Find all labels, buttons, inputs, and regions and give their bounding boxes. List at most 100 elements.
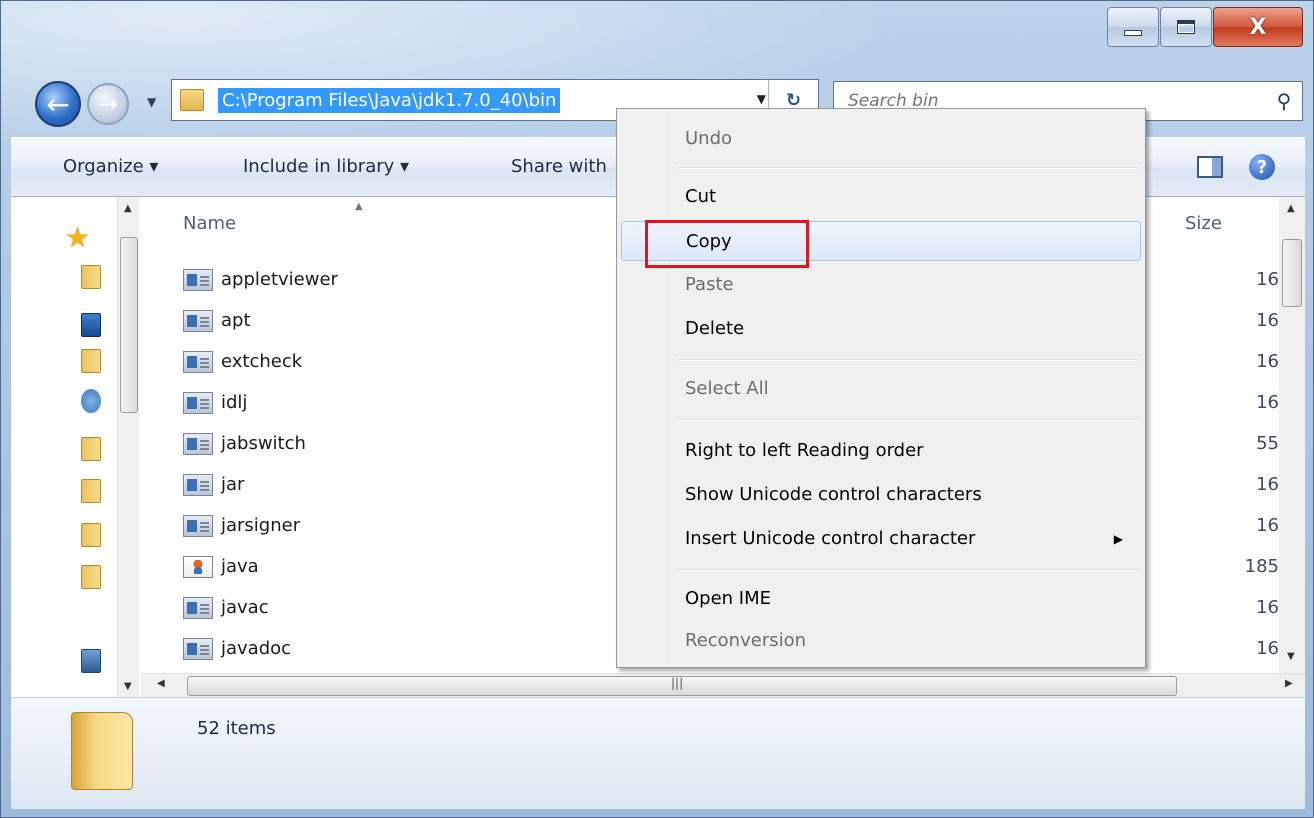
scroll-left-icon[interactable]: ◀ (157, 678, 165, 689)
nav-scroll-thumb[interactable] (120, 237, 138, 413)
size-column-header[interactable]: Size (1185, 213, 1222, 234)
recent-pages-dropdown[interactable]: ▼ (147, 95, 156, 109)
menu-separator (677, 569, 1139, 571)
menu-separator (677, 359, 1139, 361)
menu-item-label: Right to left Reading order (685, 440, 924, 461)
file-size: 16 (1256, 515, 1279, 536)
application-icon (183, 638, 213, 660)
file-size: 16 (1256, 392, 1279, 413)
search-icon[interactable]: ⚲ (1266, 89, 1302, 113)
application-icon (183, 597, 213, 619)
file-name: appletviewer (221, 269, 338, 290)
menu-item-label: Insert Unicode control character (685, 528, 976, 549)
details-pane: 52 items (11, 697, 1305, 809)
folder-icon[interactable] (81, 523, 101, 547)
desktop-icon[interactable] (81, 313, 101, 337)
file-size: 55 (1256, 433, 1279, 454)
file-name: javadoc (221, 638, 292, 659)
menu-item-select-all[interactable]: Select All (621, 369, 1141, 409)
folder-icon (71, 712, 133, 790)
application-icon (183, 351, 213, 373)
menu-item-show-unicode[interactable]: Show Unicode control characters (621, 475, 1141, 515)
menu-item-undo[interactable]: Undo (621, 119, 1141, 159)
folder-icon[interactable] (81, 349, 101, 373)
folder-icon[interactable] (81, 265, 101, 289)
file-size: 185 (1244, 556, 1279, 577)
arrow-right-icon: → (97, 90, 119, 118)
scroll-right-icon[interactable]: ▶ (1285, 678, 1293, 689)
organize-menu[interactable]: Organize ▾ (63, 156, 158, 177)
close-button[interactable]: X (1213, 7, 1303, 47)
file-size: 16 (1256, 597, 1279, 618)
address-path-text[interactable]: C:\Program Files\Java\jdk1.7.0_40\bin (218, 87, 561, 113)
maximize-icon (1177, 20, 1195, 34)
favorites-star-icon[interactable]: ★ (65, 221, 90, 254)
java-icon (183, 556, 213, 578)
file-size: 16 (1256, 269, 1279, 290)
arrow-left-icon: ← (46, 87, 70, 121)
menu-item-label: Undo (685, 128, 733, 149)
help-icon[interactable]: ? (1249, 154, 1275, 180)
menu-item-label: Select All (685, 378, 769, 399)
scroll-up-icon[interactable]: ▲ (124, 203, 132, 214)
preview-pane-icon[interactable] (1197, 156, 1223, 178)
context-menu: Undo Cut Copy Paste Delete Select All Ri… (616, 108, 1146, 668)
menu-item-insert-unicode[interactable]: Insert Unicode control character ▶ (621, 519, 1141, 559)
menu-item-label: Delete (685, 318, 745, 339)
file-list-vertical-scrollbar[interactable]: ▲ ▼ (1279, 197, 1305, 675)
forward-button[interactable]: → (87, 83, 129, 125)
menu-separator (677, 167, 1139, 169)
file-name: javac (221, 597, 269, 618)
folder-icon (180, 89, 204, 111)
file-name: jarsigner (221, 515, 301, 536)
file-name: idlj (221, 392, 248, 413)
menu-item-open-ime[interactable]: Open IME (621, 579, 1141, 619)
caption-buttons: X (1106, 7, 1303, 47)
menu-item-paste[interactable]: Paste (621, 265, 1141, 305)
menu-item-delete[interactable]: Delete (621, 309, 1141, 349)
address-dropdown-icon[interactable]: ▼ (757, 92, 766, 106)
menu-item-reconversion[interactable]: Reconversion (621, 621, 1141, 661)
menu-item-rtl-reading[interactable]: Right to left Reading order (621, 431, 1141, 471)
file-list-horizontal-scrollbar[interactable]: ◀ ||| ▶ (141, 673, 1305, 697)
menu-item-label: Open IME (685, 588, 772, 609)
application-icon (183, 310, 213, 332)
minimize-button[interactable] (1107, 7, 1159, 47)
file-size: 16 (1256, 638, 1279, 659)
submenu-arrow-icon: ▶ (1113, 532, 1123, 546)
sort-ascending-icon: ▲ (355, 201, 363, 212)
close-icon: X (1249, 14, 1267, 40)
folder-icon[interactable] (81, 479, 101, 503)
drive-icon[interactable] (81, 649, 101, 673)
name-column-header[interactable]: Name (183, 213, 236, 234)
include-in-library-menu[interactable]: Include in library ▾ (243, 156, 409, 177)
file-name: jabswitch (221, 433, 306, 454)
minimize-icon (1124, 30, 1142, 36)
application-icon (183, 392, 213, 414)
file-name: java (221, 556, 259, 577)
scroll-down-icon[interactable]: ▼ (1287, 651, 1295, 662)
navigation-pane: ★ ▲ ▼ (11, 197, 139, 697)
nav-pane-scrollbar[interactable]: ▲ ▼ (117, 197, 139, 697)
menu-item-label: Cut (685, 186, 717, 207)
application-icon (183, 515, 213, 537)
file-size: 16 (1256, 474, 1279, 495)
vertical-scroll-thumb[interactable] (1282, 239, 1302, 307)
scroll-down-icon[interactable]: ▼ (124, 681, 132, 692)
menu-item-label: Paste (685, 274, 734, 295)
application-icon (183, 433, 213, 455)
scroll-up-icon[interactable]: ▲ (1287, 203, 1295, 214)
share-with-menu[interactable]: Share with (511, 156, 607, 177)
folder-icon[interactable] (81, 565, 101, 589)
item-count: 52 items (197, 718, 276, 739)
maximize-button[interactable] (1160, 7, 1212, 47)
folder-icon[interactable] (81, 437, 101, 461)
file-size: 16 (1256, 351, 1279, 372)
menu-separator (677, 419, 1139, 421)
menu-item-cut[interactable]: Cut (621, 177, 1141, 217)
back-button[interactable]: ← (35, 81, 81, 127)
file-name: apt (221, 310, 251, 331)
dropbox-icon[interactable] (81, 389, 101, 413)
menu-item-label: Reconversion (685, 630, 807, 651)
application-icon (183, 269, 213, 291)
